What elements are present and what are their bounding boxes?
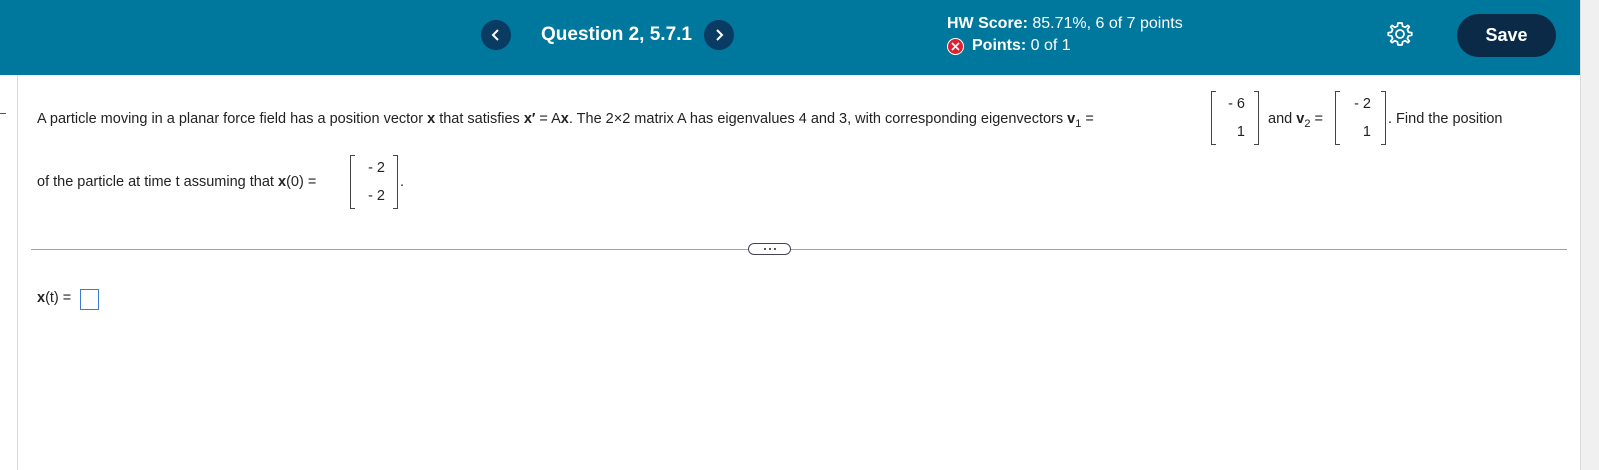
problem-text-part: of the particle at time t assuming that [37, 174, 278, 190]
answer-label: x(t) = [37, 290, 71, 306]
dot-icon [768, 248, 771, 250]
matrix-v2-right-bracket [1381, 91, 1386, 145]
matrix-x0: - 2 - 2 [363, 155, 385, 209]
previous-question-button[interactable] [481, 20, 511, 50]
vector-x-prime: x′ [523, 111, 536, 127]
hw-score-label: HW Score: [947, 15, 1028, 32]
save-button[interactable]: Save [1457, 14, 1556, 57]
problem-text-find: . Find the position [1388, 111, 1503, 127]
dot-icon [763, 248, 766, 250]
gear-icon[interactable] [1387, 21, 1413, 47]
x-circle-icon [947, 37, 964, 55]
more-options-button[interactable] [748, 243, 791, 255]
matrix-cell: - 2 [1354, 96, 1371, 112]
equals-sign: = [1310, 111, 1323, 127]
answer-input[interactable] [80, 289, 99, 310]
vector-x: x [37, 290, 46, 306]
matrix-cell: 1 [1362, 124, 1371, 140]
matrix-v1-right-bracket [1254, 91, 1259, 145]
matrix-cell: 1 [1236, 124, 1245, 140]
vector-x: x [427, 111, 436, 127]
matrix-x0-right-bracket [393, 155, 398, 209]
points-value: 0 of 1 [1030, 37, 1071, 54]
section-divider [31, 249, 1567, 250]
equals-sign: = [1081, 111, 1094, 127]
chevron-left-icon [491, 29, 499, 41]
problem-text-part: = A [535, 111, 561, 127]
question-title: Question 2, 5.7.1 [541, 24, 692, 45]
next-question-button[interactable] [704, 20, 734, 50]
matrix-v2: - 2 1 [1349, 91, 1371, 145]
problem-text-part: that satisfies [435, 111, 524, 127]
problem-text-part: . The 2×2 matrix A has eigenvalues 4 and… [568, 111, 1068, 127]
left-marker [0, 113, 6, 114]
matrix-cell: - 2 [368, 188, 385, 204]
problem-text-line2: of the particle at time t assuming that … [37, 174, 316, 190]
problem-text-and: and v2 = [1268, 111, 1323, 130]
header-bar: Question 2, 5.7.1 HW Score: 85.71%, 6 of… [0, 0, 1580, 75]
hw-score-value: 85.71%, 6 of 7 points [1032, 15, 1183, 32]
matrix-v2-left-bracket [1335, 91, 1340, 145]
problem-text-part: and [1268, 111, 1297, 127]
left-divider [17, 75, 18, 470]
points-label: Points: [972, 37, 1027, 54]
period: . [400, 174, 405, 190]
problem-text-part: A particle moving in a planar force fiel… [37, 111, 428, 127]
points-status: Points: 0 of 1 [947, 37, 1071, 55]
page-scrollbar[interactable] [1580, 0, 1599, 470]
answer-label-text: (t) = [45, 290, 72, 306]
matrix-cell: - 2 [368, 160, 385, 176]
matrix-v1: - 6 1 [1223, 91, 1245, 145]
vector-x: x [560, 111, 569, 127]
problem-text-line1: A particle moving in a planar force fiel… [37, 111, 1094, 130]
problem-text-part: (0) = [286, 174, 317, 190]
matrix-x0-left-bracket [350, 155, 355, 209]
matrix-cell: - 6 [1228, 96, 1245, 112]
matrix-v1-left-bracket [1211, 91, 1216, 145]
chevron-right-icon [716, 29, 724, 41]
dot-icon [773, 248, 776, 250]
vector-x: x [277, 174, 287, 190]
hw-score: HW Score: 85.71%, 6 of 7 points [947, 15, 1183, 33]
